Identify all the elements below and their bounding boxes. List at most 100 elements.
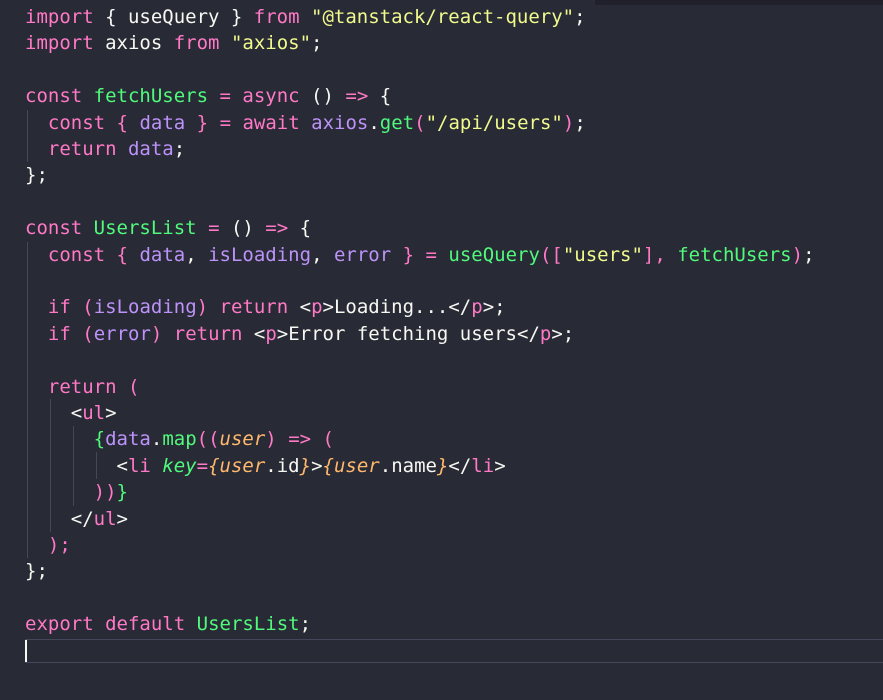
code-token: data [139,244,186,266]
code-line[interactable]: export default UsersList; [25,611,311,637]
code-token: > [311,455,323,477]
code-token: ; [574,112,586,134]
code-line[interactable]: const fetchUsers = async () => { [25,83,391,109]
current-line-highlight [25,639,883,663]
code-token: = [219,85,231,107]
code-token: get [379,112,415,134]
code-token: >Error fetching users</ [276,323,540,345]
code-token: { [208,455,220,477]
code-token: UsersList [196,613,300,635]
code-token: . [368,112,380,134]
code-token: import [25,6,94,28]
code-token: ); [47,534,71,556]
code-line[interactable]: ))} [25,479,128,505]
code-line[interactable]: import axios from "axios"; [25,30,322,56]
code-token: </ [448,455,472,477]
code-line[interactable]: <ul> [25,400,117,426]
code-token: error [93,323,151,345]
code-token: const [47,244,106,266]
code-token: </ [25,508,94,530]
code-token: return [219,296,289,318]
code-token: ; [574,6,586,28]
code-line[interactable]: {data.map((user) => ( [25,426,334,452]
code-token: p [471,296,483,318]
code-line[interactable]: </ul> [25,506,128,532]
code-line[interactable]: <li key={user.id}>{user.name}</li> [25,453,506,479]
code-token: "@tanstack/react-query" [311,6,575,28]
code-line[interactable]: const UsersList = () => { [25,215,311,241]
code-token: ( [322,428,334,450]
code-token: > [494,455,506,477]
code-token: fetchUsers [677,244,792,266]
editor-top-strip [595,0,883,5]
code-token: ], [642,244,678,266]
code-token: { [368,85,392,107]
code-editor[interactable]: import { useQuery } from "@tanstack/reac… [0,0,883,700]
code-token: ) [265,428,277,450]
code-token: const [25,85,83,107]
code-line[interactable]: if (isLoading) return <p>Loading...</p>; [25,294,506,320]
code-token: ) [150,323,163,345]
code-token: isLoading [93,296,197,318]
code-token: ( [82,296,94,318]
code-line[interactable]: return ( [25,374,140,400]
code-token: { [322,455,334,477]
code-token: > [116,508,128,530]
code-token: { [93,428,106,450]
code-token: ([ [539,244,563,266]
code-token: UsersList [93,217,197,239]
code-token: => [345,85,369,107]
code-token: p [311,296,323,318]
code-line[interactable]: if (error) return <p>Error fetching user… [25,321,574,347]
code-line[interactable]: ); [25,532,71,558]
code-line[interactable]: }; [25,558,48,584]
code-token: isLoading [208,244,312,266]
code-token: ; [803,244,815,266]
code-line[interactable]: return data; [25,136,185,162]
code-token: ; [311,32,323,54]
code-token: = [196,455,209,477]
code-line[interactable]: import { useQuery } from "@tanstack/reac… [25,4,586,30]
code-token: p [265,323,277,345]
code-token: } [299,455,312,477]
code-token: ul [93,508,117,530]
code-token: "users" [562,244,643,266]
code-line[interactable]: const { data, isLoading, error } = useQu… [25,242,815,268]
code-token: li [127,455,151,477]
code-token: { [116,244,128,266]
code-token: default [105,613,186,635]
code-token: from [173,32,220,54]
code-token: user [219,428,266,450]
code-line[interactable]: }; [25,162,48,188]
code-token: ) [196,296,209,318]
code-token: user [219,455,266,477]
code-token: return [47,376,117,398]
code-token: , [311,244,334,266]
code-token: ul [82,402,106,424]
code-token: ( [127,376,140,398]
code-token: => [265,217,289,239]
code-token: "axios" [230,32,312,54]
code-token: )) [93,481,117,503]
code-token: ) [791,244,804,266]
code-token: axios [311,112,369,134]
code-token: } [436,455,449,477]
code-token: < [288,296,312,318]
code-line[interactable]: const { data } = await axios.get("/api/u… [25,110,586,136]
